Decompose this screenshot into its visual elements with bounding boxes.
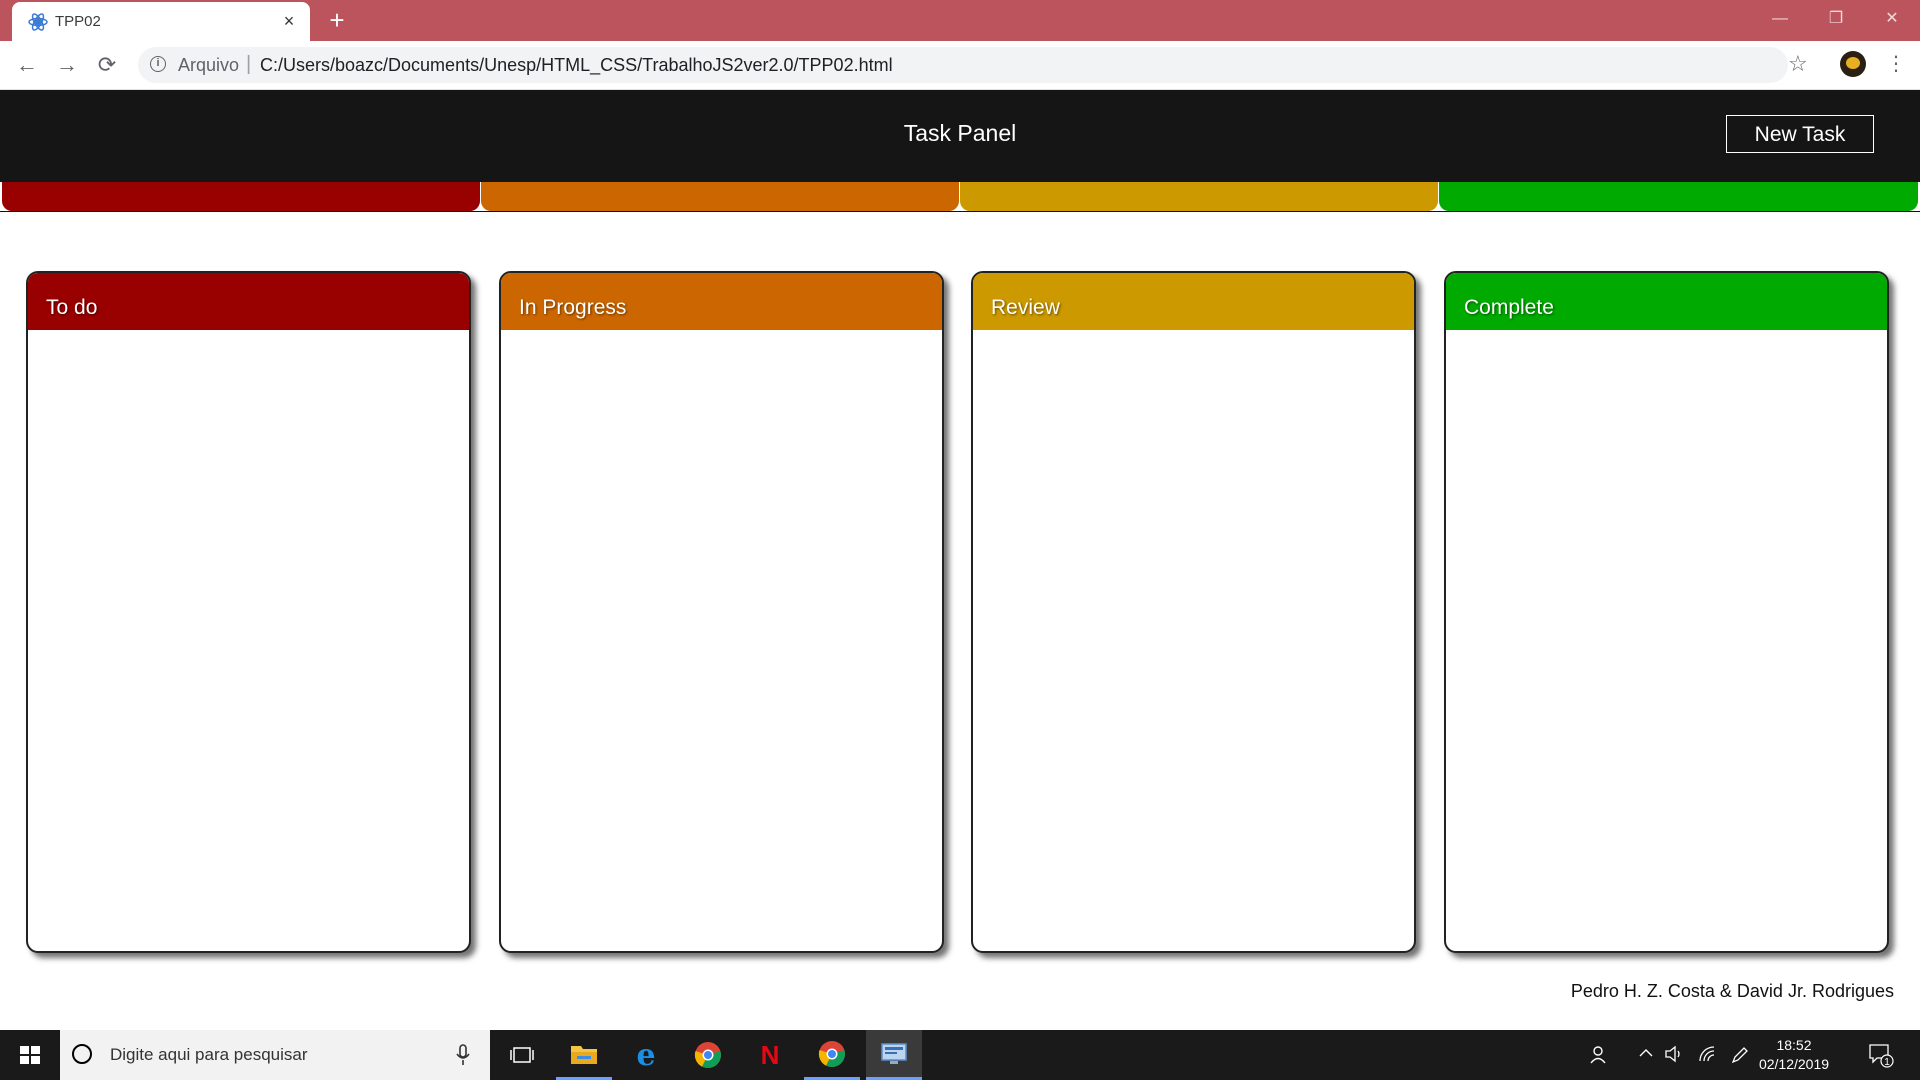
remote-desktop-icon[interactable] [866,1030,922,1080]
edge-browser-icon[interactable]: e [618,1030,674,1080]
clock-date: 02/12/2019 [1758,1056,1830,1072]
chrome-active-glyph-icon [818,1040,845,1067]
system-clock[interactable]: 18:52 02/12/2019 [1746,1036,1842,1074]
action-center-icon[interactable]: 1 [1868,1042,1894,1073]
stripe-in-progress [481,182,959,211]
folder-icon [571,1045,597,1064]
start-button[interactable] [0,1030,60,1080]
speaker-icon [1665,1045,1680,1063]
stripe-complete [1439,182,1918,211]
column-title-complete: Complete [1464,296,1554,319]
column-review[interactable]: Review [971,271,1416,953]
profile-avatar[interactable] [1840,51,1866,77]
footer-credits: Pedro H. Z. Costa & David Jr. Rodrigues [1570,981,1894,1001]
show-hidden-icons[interactable] [1638,1045,1654,1066]
minimize-icon[interactable]: — [1752,0,1808,38]
new-tab-button[interactable]: + [324,7,350,33]
windows-logo-icon [20,1046,40,1064]
info-icon[interactable]: i [150,56,166,72]
column-title-in-progress: In Progress [519,296,627,319]
monitor-icon [881,1042,907,1064]
column-todo[interactable]: To do [26,271,471,953]
reload-icon[interactable]: ⟳ [93,51,121,79]
task-view-icon[interactable] [494,1030,550,1080]
chevron-up-icon [1639,1049,1653,1057]
tab-favicon-icon [28,13,48,31]
column-in-progress[interactable]: In Progress [499,271,944,953]
column-header-todo: To do [28,273,469,330]
column-title-todo: To do [46,296,98,319]
task-view-glyph-icon [510,1047,534,1063]
windows-taskbar: Digite aqui para pesquisar e N 18:52 02/… [0,1030,1920,1080]
wifi-icon [1699,1046,1715,1062]
address-bar[interactable]: i Arquivo | C:/Users/boazc/Documents/Une… [138,47,1788,83]
stripe-todo [2,182,480,211]
people-icon[interactable] [1590,1045,1610,1070]
microphone-icon[interactable] [456,1044,470,1066]
header-divider [0,211,1920,212]
restore-icon[interactable]: ❐ [1808,0,1864,38]
cortana-icon [72,1044,92,1064]
browser-titlebar: TPP02 × + — ❐ ✕ [0,0,1920,41]
chrome-glyph-icon [694,1042,721,1069]
url-scheme-label: Arquivo [178,55,240,75]
column-header-complete: Complete [1446,273,1887,330]
chrome-active-icon[interactable] [804,1030,860,1080]
forward-icon[interactable]: → [53,51,81,79]
app-header: Task Panel New Task [0,90,1920,182]
network-icon[interactable] [1698,1045,1718,1068]
new-task-button[interactable]: New Task [1726,115,1874,153]
tab-close-icon[interactable]: × [279,11,299,31]
edge-glyph-icon: e [636,1037,656,1073]
chrome-icon[interactable] [680,1030,736,1080]
close-window-icon[interactable]: ✕ [1864,0,1920,38]
back-icon[interactable]: ← [13,51,41,79]
url-text[interactable]: C:/Users/boazc/Documents/Unesp/HTML_CSS/… [260,55,893,76]
tab-title: TPP02 [55,13,101,30]
column-title-review: Review [991,296,1060,319]
file-explorer-icon[interactable] [556,1030,612,1080]
url-separator: | [246,53,252,75]
clock-time: 18:52 [1776,1037,1812,1053]
stripe-review [960,182,1438,211]
volume-icon[interactable] [1664,1045,1684,1068]
browser-tab[interactable]: TPP02 × [12,2,310,41]
search-input[interactable]: Digite aqui para pesquisar [110,1045,308,1065]
browser-toolbar: ← → ⟳ i Arquivo | C:/Users/boazc/Documen… [0,41,1920,90]
browser-menu-icon[interactable]: ⋮ [1886,51,1906,79]
taskbar-search[interactable]: Digite aqui para pesquisar [60,1030,490,1080]
bookmark-star-icon[interactable]: ☆ [1788,51,1808,77]
notification-count: 1 [1884,1057,1890,1068]
column-header-review: Review [973,273,1414,330]
netflix-icon[interactable]: N [742,1030,798,1080]
page-title: Task Panel [903,120,1017,146]
column-header-in-progress: In Progress [501,273,942,330]
netflix-glyph-icon: N [760,1039,780,1070]
column-complete[interactable]: Complete [1444,271,1889,953]
people-glyph-icon [1590,1046,1606,1064]
notification-icon: 1 [1869,1044,1894,1068]
